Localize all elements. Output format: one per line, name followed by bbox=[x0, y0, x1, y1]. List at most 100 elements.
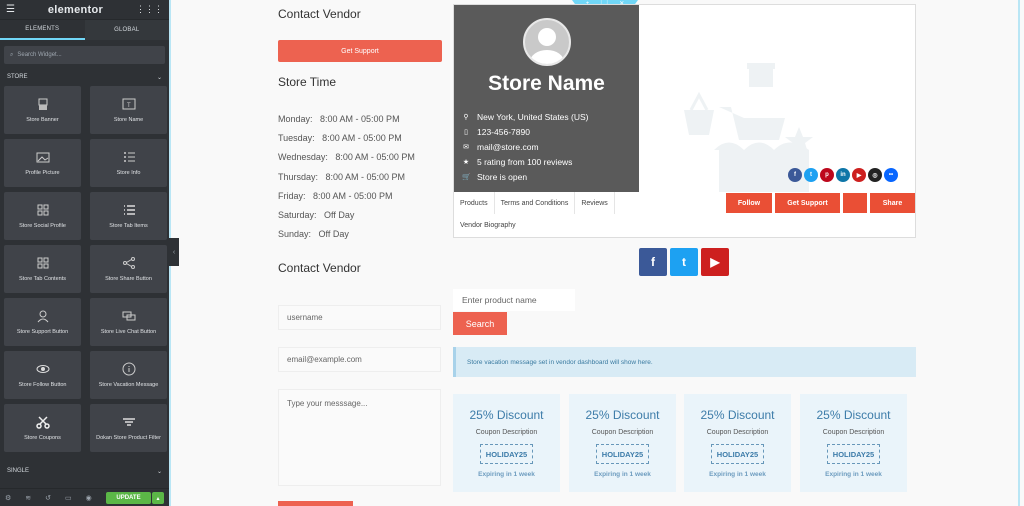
widget-label: Store Support Button bbox=[16, 329, 69, 335]
coupon-code[interactable]: HOLIDAY25 bbox=[827, 444, 880, 464]
section-single-header[interactable]: SINGLE ⌄ bbox=[0, 464, 169, 478]
coupon-title: 25% Discount bbox=[585, 408, 660, 422]
widget-store-info[interactable]: Store Info bbox=[90, 139, 167, 187]
mail-icon: ✉ bbox=[463, 143, 469, 151]
tab-vendor-biography[interactable]: Vendor Biography bbox=[454, 214, 522, 236]
panel-footer: ⚙ ≋ ↺ ▭ ◉ UPDATE ▴ bbox=[0, 488, 169, 506]
store-info-text: 5 rating from 100 reviews bbox=[477, 157, 573, 168]
store-profile-frame: Store Name ⚲ New York, United States (US)… bbox=[453, 4, 916, 238]
eye-icon bbox=[36, 365, 49, 373]
scissors-icon bbox=[35, 416, 50, 429]
store-info-text: 123-456-7890 bbox=[477, 126, 530, 137]
get-support-button[interactable]: Get Support bbox=[278, 40, 442, 62]
tab-global[interactable]: GLOBAL bbox=[85, 20, 170, 40]
email-input[interactable]: email@example.com bbox=[278, 347, 441, 372]
coupon-code[interactable]: HOLIDAY25 bbox=[596, 444, 649, 464]
widget-store-social-profile[interactable]: Store Social Profile bbox=[4, 192, 81, 240]
search-placeholder: Search Widget... bbox=[17, 52, 62, 58]
panel-header: ☰ elementor ⋮⋮⋮ bbox=[0, 0, 169, 20]
youtube-button[interactable]: ▶ bbox=[701, 248, 729, 276]
youtube-icon[interactable]: ▶ bbox=[852, 168, 866, 182]
widget-label: Store Live Chat Button bbox=[100, 329, 157, 335]
username-input[interactable]: username bbox=[278, 305, 441, 330]
list-icon bbox=[123, 152, 135, 162]
hamburger-menu-icon[interactable]: ☰ bbox=[6, 4, 15, 15]
instagram-icon[interactable]: ◎ bbox=[868, 168, 882, 182]
tab-products[interactable]: Products bbox=[454, 192, 495, 214]
follow-button[interactable]: Follow bbox=[726, 193, 772, 213]
settings-icon[interactable]: ⚙ bbox=[5, 494, 11, 502]
coupon-expiry: Expiring in 1 week bbox=[709, 471, 766, 478]
banner-icon bbox=[38, 98, 47, 110]
coupon-title: 25% Discount bbox=[816, 408, 891, 422]
section-store-header[interactable]: STORE ⌄ bbox=[0, 70, 169, 84]
vacation-message: Store vacation message set in vendor das… bbox=[453, 347, 916, 377]
widget-store-follow-button[interactable]: Store Follow Button bbox=[4, 351, 81, 399]
coupon-card: 25% Discount Coupon Description HOLIDAY25 E… bbox=[453, 394, 560, 492]
twitter-icon[interactable]: t bbox=[804, 168, 818, 182]
update-options-button[interactable]: ▴ bbox=[152, 492, 164, 504]
widget-dokan-store-product-filter[interactable]: Dokan Store Product Filter bbox=[90, 404, 167, 452]
update-button[interactable]: UPDATE bbox=[106, 492, 151, 504]
tab-terms-and-conditions[interactable]: Terms and Conditions bbox=[495, 192, 576, 214]
widget-store-support-button[interactable]: Store Support Button bbox=[4, 298, 81, 346]
history-icon[interactable]: ↺ bbox=[45, 494, 51, 502]
widget-profile-picture[interactable]: Profile Picture bbox=[4, 139, 81, 187]
send-message-button[interactable] bbox=[278, 501, 353, 506]
coupon-card: 25% Discount Coupon Description HOLIDAY25 E… bbox=[800, 394, 907, 492]
flickr-icon[interactable]: •• bbox=[884, 168, 898, 182]
coupon-description: Coupon Description bbox=[591, 429, 654, 436]
coupon-description: Coupon Description bbox=[475, 429, 538, 436]
widget-store-tab-items[interactable]: Store Tab Items bbox=[90, 192, 167, 240]
linkedin-icon[interactable]: in bbox=[836, 168, 850, 182]
support-icon bbox=[37, 310, 48, 323]
widget-label: Store Share Button bbox=[105, 276, 152, 282]
product-search-input[interactable]: Enter product name bbox=[453, 289, 575, 311]
widget-store-banner[interactable]: Store Banner bbox=[4, 86, 81, 134]
user-silhouette-icon bbox=[530, 28, 564, 64]
widget-store-share-button[interactable]: Store Share Button bbox=[90, 245, 167, 293]
panel-collapse-toggle[interactable]: ‹ bbox=[169, 238, 179, 266]
widget-store-name[interactable]: T Store Name bbox=[90, 86, 167, 134]
widget-label: Store Vacation Message bbox=[98, 382, 159, 388]
coupon-code[interactable]: HOLIDAY25 bbox=[480, 444, 533, 464]
coupon-title: 25% Discount bbox=[700, 408, 775, 422]
store-avatar bbox=[523, 18, 571, 66]
section-store-label: STORE bbox=[7, 74, 28, 80]
navigator-icon[interactable]: ≋ bbox=[25, 494, 31, 502]
widget-store-tab-contents[interactable]: Store Tab Contents bbox=[4, 245, 81, 293]
widget-search-input[interactable]: ⌕ Search Widget... bbox=[4, 46, 165, 64]
pinterest-icon[interactable]: p bbox=[820, 168, 834, 182]
get-support-action-button[interactable]: Get Support bbox=[775, 193, 840, 213]
twitter-icon: t bbox=[682, 255, 686, 269]
hours-row: Friday: 8:00 AM - 05:00 PM bbox=[278, 190, 393, 201]
image-icon bbox=[36, 152, 49, 163]
chat-button[interactable] bbox=[843, 193, 867, 213]
tab-reviews[interactable]: Reviews bbox=[575, 192, 615, 214]
share-button[interactable]: Share bbox=[870, 193, 915, 213]
widget-label: Store Tab Contents bbox=[19, 276, 66, 282]
preview-eye-icon[interactable]: ◉ bbox=[86, 494, 92, 502]
widget-label: Store Follow Button bbox=[18, 382, 67, 388]
widget-store-vacation-message[interactable]: Store Vacation Message bbox=[90, 351, 167, 399]
tab-elements[interactable]: ELEMENTS bbox=[0, 20, 85, 40]
responsive-icon[interactable]: ▭ bbox=[65, 494, 72, 502]
message-textarea[interactable]: Type your messsage... bbox=[278, 389, 441, 486]
store-info-row: ⚲ New York, United States (US) bbox=[462, 109, 588, 124]
store-info-row: ✉ mail@store.com bbox=[462, 139, 589, 154]
share-icon bbox=[122, 257, 135, 269]
hours-row: Saturday: Off Day bbox=[278, 209, 355, 220]
product-search-button[interactable]: Search bbox=[453, 312, 507, 335]
widget-store-coupons[interactable]: Store Coupons bbox=[4, 404, 81, 452]
chevron-down-icon: ⌄ bbox=[156, 74, 162, 81]
grid-icon bbox=[37, 257, 48, 269]
facebook-button[interactable]: f bbox=[639, 248, 667, 276]
facebook-icon[interactable]: f bbox=[788, 168, 802, 182]
apps-grid-icon[interactable]: ⋮⋮⋮ bbox=[136, 4, 163, 15]
elementor-panel: ☰ elementor ⋮⋮⋮ ELEMENTS GLOBAL ⌕ Search… bbox=[0, 0, 169, 506]
location-icon: ⚲ bbox=[463, 113, 469, 121]
coupon-code[interactable]: HOLIDAY25 bbox=[711, 444, 764, 464]
widget-store-live-chat-button[interactable]: Store Live Chat Button bbox=[90, 298, 167, 346]
hours-row: Tuesday: 8:00 AM - 05:00 PM bbox=[278, 133, 402, 144]
twitter-button[interactable]: t bbox=[670, 248, 698, 276]
